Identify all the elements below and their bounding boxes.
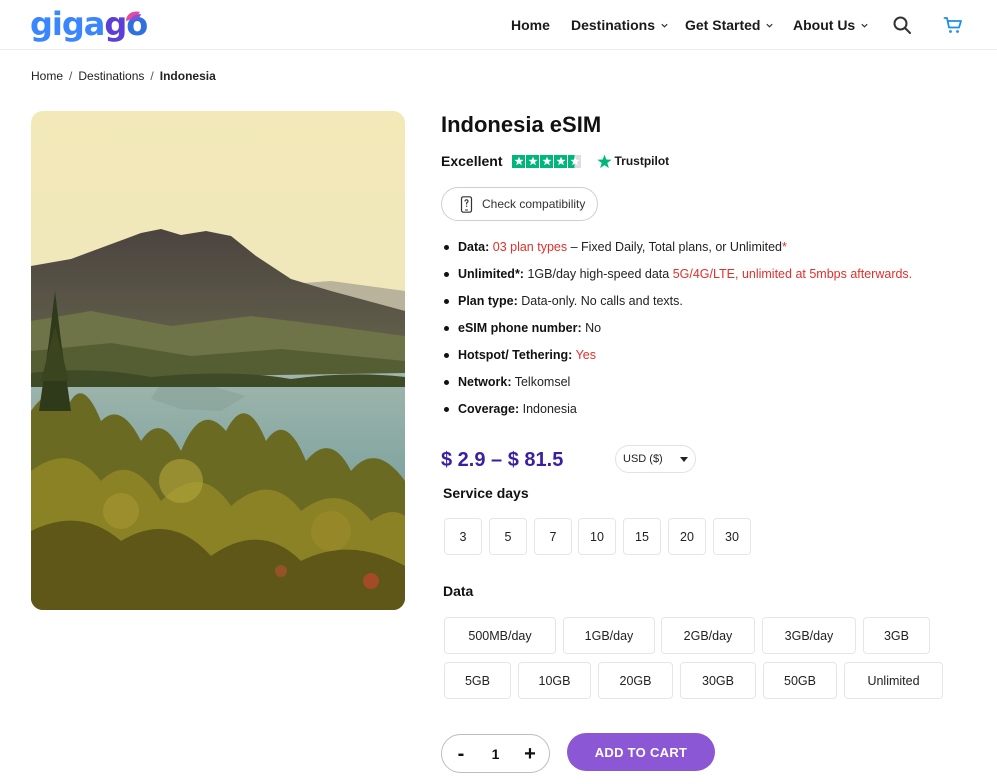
- chevron-down-icon: [766, 23, 774, 28]
- search-icon[interactable]: [892, 15, 912, 35]
- data-option[interactable]: 1GB/day: [563, 617, 655, 654]
- data-option[interactable]: 3GB: [863, 617, 930, 654]
- feature-highlight: *: [782, 240, 787, 254]
- logo-text-part-1: giga: [30, 5, 105, 43]
- breadcrumb-destinations[interactable]: Destinations: [78, 69, 144, 83]
- star-icon: [512, 154, 526, 168]
- feature-item: Unlimited*: 1GB/day high-speed data 5G/4…: [441, 265, 912, 292]
- quantity-decrement-button[interactable]: -: [454, 744, 468, 764]
- feature-item: Data: 03 plan types – Fixed Daily, Total…: [441, 238, 912, 265]
- star-icon: [540, 154, 554, 168]
- cart-icon[interactable]: [943, 15, 963, 35]
- feature-label: Network:: [458, 375, 512, 389]
- feature-label: Plan type:: [458, 294, 518, 308]
- feature-label: Coverage:: [458, 402, 520, 416]
- star-icon: [526, 154, 540, 168]
- nav-about-us[interactable]: About Us: [793, 17, 869, 33]
- feature-highlight: 03 plan types: [492, 240, 568, 254]
- service-day-option[interactable]: 15: [623, 518, 661, 555]
- feature-item: Coverage: Indonesia: [441, 400, 912, 427]
- data-option[interactable]: 30GB: [680, 662, 756, 699]
- phone-question-icon: [460, 195, 473, 213]
- feature-text: 1GB/day high-speed data: [523, 267, 673, 281]
- product-title: Indonesia eSIM: [441, 112, 602, 137]
- feature-text: Data-only. No calls and texts.: [517, 294, 683, 308]
- service-day-option[interactable]: 20: [668, 518, 706, 555]
- breadcrumb-home[interactable]: Home: [31, 69, 63, 83]
- breadcrumb-current: Indonesia: [159, 69, 216, 83]
- data-option[interactable]: 3GB/day: [762, 617, 856, 654]
- breadcrumb-separator: /: [69, 69, 73, 83]
- nav-destinations[interactable]: Destinations: [571, 17, 669, 33]
- quantity-value[interactable]: 1: [492, 746, 500, 762]
- feature-text: No: [581, 321, 602, 335]
- nav-home-label: Home: [511, 17, 550, 33]
- quantity-increment-button[interactable]: +: [523, 744, 537, 764]
- feature-text: – Fixed Daily, Total plans, or Unlimited: [567, 240, 783, 254]
- nav-home[interactable]: Home: [511, 17, 550, 33]
- half-star-icon: [568, 154, 582, 168]
- service-day-option[interactable]: 5: [489, 518, 527, 555]
- rating-row: Excellent Trustpilot: [441, 152, 669, 170]
- feature-highlight: 5G/4G/LTE, unlimited at 5mbps afterwards…: [672, 267, 913, 281]
- feature-highlight: Yes: [575, 348, 596, 362]
- caret-down-icon: [680, 457, 688, 462]
- nav-get-started-label: Get Started: [685, 17, 761, 33]
- currency-select[interactable]: USD ($): [615, 445, 696, 473]
- feature-item: Hotspot/ Tethering: Yes: [441, 346, 912, 373]
- service-day-option[interactable]: 10: [578, 518, 616, 555]
- feature-label: Unlimited*:: [458, 267, 524, 281]
- data-label: Data: [443, 583, 474, 599]
- currency-value: USD ($): [623, 453, 663, 465]
- quantity-stepper: - 1 +: [441, 734, 550, 773]
- trustpilot-stars: [512, 154, 582, 168]
- trustpilot-logo[interactable]: Trustpilot: [597, 154, 669, 169]
- trustpilot-star-icon: [597, 154, 613, 168]
- feature-text: Indonesia: [519, 402, 577, 416]
- data-option[interactable]: 2GB/day: [661, 617, 755, 654]
- feature-text: Telkomsel: [511, 375, 571, 389]
- service-day-option[interactable]: 30: [713, 518, 751, 555]
- nav-get-started[interactable]: Get Started: [685, 17, 774, 33]
- service-days-label: Service days: [443, 485, 529, 501]
- indonesia-volcano-landscape-image: [31, 111, 405, 610]
- gigago-logo[interactable]: gigago: [30, 5, 148, 43]
- add-to-cart-button[interactable]: ADD TO CART: [567, 733, 715, 771]
- feature-item: Network: Telkomsel: [441, 373, 912, 400]
- feature-label: Data:: [458, 240, 490, 254]
- service-day-option[interactable]: 7: [534, 518, 572, 555]
- feature-item: Plan type: Data-only. No calls and texts…: [441, 292, 912, 319]
- breadcrumb: Home / Destinations / Indonesia: [31, 69, 216, 83]
- data-option[interactable]: 500MB/day: [444, 617, 556, 654]
- service-day-option[interactable]: 3: [444, 518, 482, 555]
- nav-destinations-label: Destinations: [571, 17, 656, 33]
- check-compatibility-button[interactable]: Check compatibility: [441, 187, 598, 221]
- chevron-down-icon: [861, 23, 868, 28]
- feature-label: Hotspot/ Tethering:: [458, 348, 573, 362]
- product-image: [31, 111, 405, 610]
- check-compatibility-label: Check compatibility: [482, 197, 586, 211]
- data-option[interactable]: 20GB: [598, 662, 673, 699]
- rating-label: Excellent: [441, 153, 503, 169]
- breadcrumb-separator: /: [150, 69, 154, 83]
- trustpilot-label: Trustpilot: [614, 154, 670, 168]
- logo-badge-icon: [126, 11, 141, 21]
- feature-label: eSIM phone number:: [458, 321, 582, 335]
- feature-item: eSIM phone number: No: [441, 319, 912, 346]
- price-range: $ 2.9 – $ 81.5: [441, 449, 564, 471]
- data-option[interactable]: Unlimited: [844, 662, 943, 699]
- feature-list: Data: 03 plan types – Fixed Daily, Total…: [441, 238, 912, 427]
- nav-about-us-label: About Us: [793, 17, 856, 33]
- site-header: gigago Home Destinations Get Started Abo…: [0, 0, 997, 50]
- chevron-down-icon: [661, 23, 668, 28]
- data-option[interactable]: 50GB: [763, 662, 837, 699]
- data-option[interactable]: 10GB: [518, 662, 591, 699]
- data-option[interactable]: 5GB: [444, 662, 511, 699]
- star-icon: [554, 154, 568, 168]
